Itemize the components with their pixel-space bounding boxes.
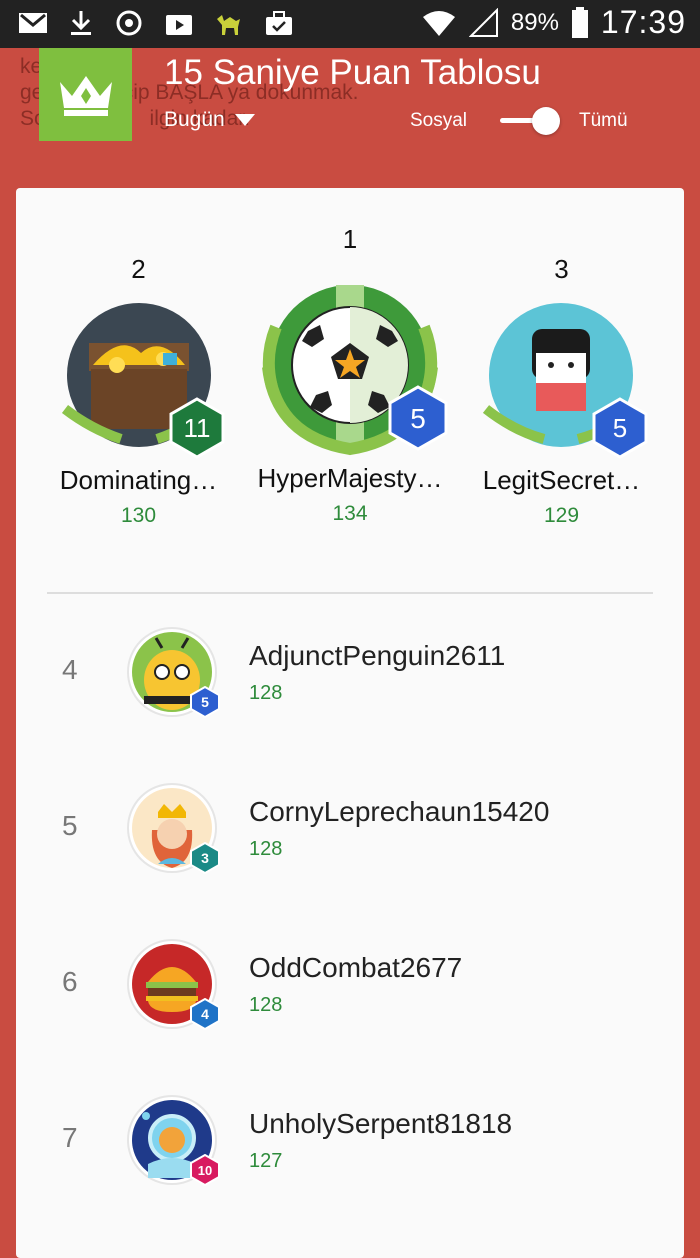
list-score: 128 — [249, 838, 283, 860]
leaderboard-header: ke...zır h... ge...reyi seçip BAŞLA ya d… — [0, 48, 700, 188]
avatar: 4 — [126, 938, 220, 1035]
list-item[interactable]: 7 10 UnholySerpent81818 127 — [16, 1062, 684, 1218]
avatar: 5 — [246, 267, 454, 457]
signal-icon — [468, 7, 498, 37]
period-dropdown[interactable]: Bugün — [164, 108, 255, 132]
list-item[interactable]: 6 4 OddCombat2677 128 — [16, 906, 684, 1062]
leaderboard-list: 4 5 AdjunctPenguin2611 128 5 3 CornyLepr… — [16, 594, 684, 1218]
list-rank: 6 — [62, 966, 78, 997]
podium-name: HyperMajesty… — [257, 463, 443, 493]
podium-score: 130 — [120, 504, 157, 527]
podium-rank: 2 — [131, 254, 146, 284]
podium-name: Dominating… — [59, 465, 218, 495]
clock: 17:39 — [600, 4, 686, 40]
podium-name: LegitSecret… — [482, 465, 641, 495]
podium-second[interactable]: 2 11 Dominating… 130 — [51, 254, 226, 528]
page-title: 15 Saniye Puan Tablosu — [164, 53, 541, 92]
level-badge: 11 — [169, 397, 225, 459]
list-name: OddCombat2677 — [249, 952, 463, 983]
crown-icon — [59, 75, 112, 116]
list-name: CornyLeprechaun15420 — [249, 796, 550, 827]
list-item[interactable]: 5 3 CornyLeprechaun15420 128 — [16, 750, 684, 906]
leaderboard-card: 2 11 Dominating… 130 1 5 HyperMajesty… 1… — [16, 188, 684, 1258]
podium-first[interactable]: 1 5 HyperMajesty… 134 — [246, 224, 454, 526]
level-badge-text: 5 — [613, 413, 627, 443]
download-icon — [71, 11, 91, 35]
battery-percent: 89% — [510, 8, 559, 36]
avatar: 10 — [126, 1094, 220, 1191]
level-badge: 3 — [190, 842, 220, 874]
gmail-icon — [19, 13, 47, 33]
list-score: 127 — [249, 1150, 283, 1172]
dropdown-arrow-icon — [234, 114, 255, 126]
list-rank: 7 — [62, 1122, 78, 1153]
avatar: 11 — [51, 299, 226, 459]
avatar: 5 — [126, 626, 220, 723]
list-rank: 4 — [62, 654, 78, 685]
level-badge-text: 10 — [198, 1163, 212, 1178]
period-label: Bugün — [164, 108, 225, 131]
toggle-thumb[interactable] — [532, 107, 560, 135]
podium-third[interactable]: 3 5 LegitSecret… 129 — [474, 254, 649, 528]
podium-rank: 3 — [554, 254, 569, 284]
podium-rank: 1 — [342, 224, 358, 254]
list-name: AdjunctPenguin2611 — [249, 640, 506, 671]
all-label: Tümü — [579, 110, 628, 131]
level-badge: 10 — [190, 1154, 220, 1186]
level-badge: 5 — [592, 397, 648, 459]
media-icon — [166, 15, 192, 35]
level-badge: 4 — [190, 998, 220, 1030]
briefcase-icon — [266, 11, 292, 35]
level-badge: 5 — [388, 385, 448, 451]
social-label: Sosyal — [410, 110, 468, 131]
list-item[interactable]: 4 5 AdjunctPenguin2611 128 — [16, 594, 684, 750]
list-name: UnholySerpent81818 — [249, 1108, 513, 1139]
podium-score: 134 — [332, 502, 368, 525]
camel-icon — [217, 15, 240, 35]
level-badge-text: 5 — [201, 694, 209, 710]
avatar: 3 — [126, 782, 220, 879]
level-badge-text: 4 — [201, 1006, 209, 1022]
podium: 2 11 Dominating… 130 1 5 HyperMajesty… 1… — [16, 188, 684, 588]
list-score: 128 — [249, 682, 283, 704]
avatar: 5 — [474, 299, 649, 459]
wifi-icon — [422, 10, 455, 36]
level-badge-text: 3 — [201, 850, 209, 866]
status-bar: 89% 17:39 — [0, 0, 700, 48]
battery-icon — [571, 6, 588, 38]
level-badge: 5 — [190, 686, 220, 718]
sync-icon — [116, 10, 142, 36]
social-all-toggle[interactable] — [500, 105, 564, 137]
crown-logo — [39, 48, 132, 141]
list-rank: 5 — [62, 810, 78, 841]
list-score: 128 — [249, 994, 283, 1016]
podium-score: 129 — [543, 504, 580, 527]
level-badge-text: 5 — [410, 403, 426, 434]
level-badge-text: 11 — [184, 413, 211, 443]
